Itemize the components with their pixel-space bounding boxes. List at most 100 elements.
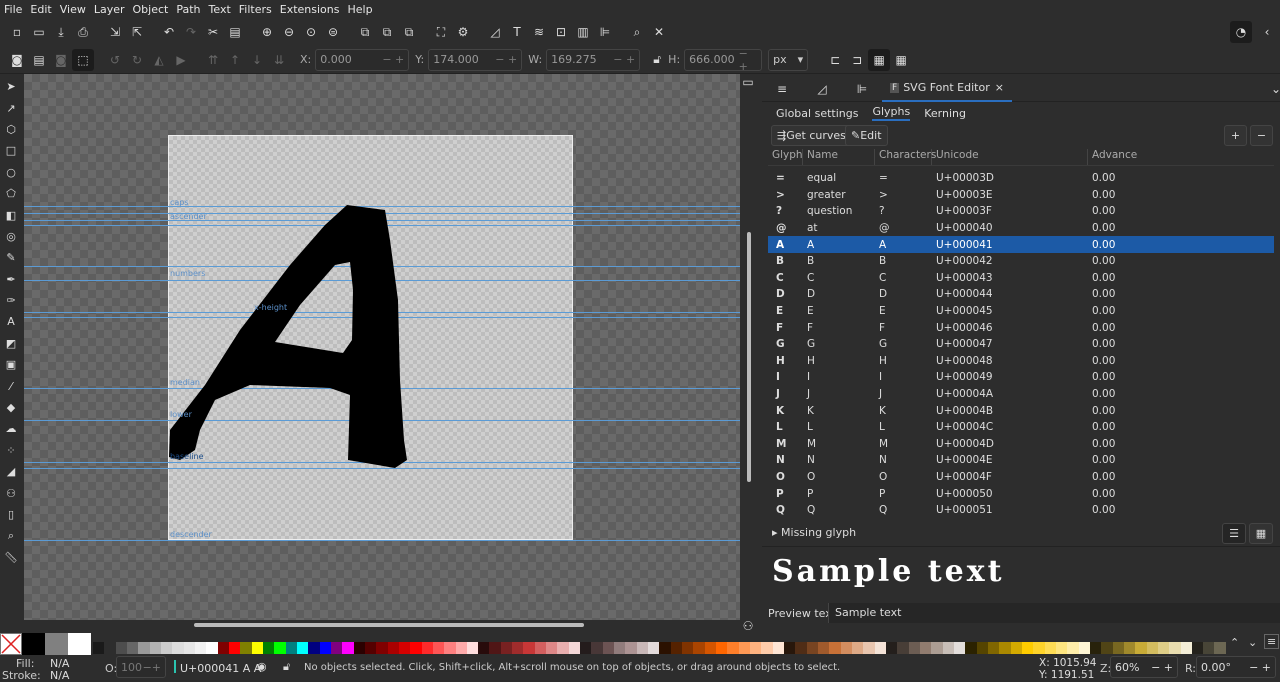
palette-scroll-down-icon[interactable]: ⌄ <box>1248 636 1257 649</box>
import-icon[interactable]: ⇲ <box>104 21 126 43</box>
color-swatch[interactable] <box>557 642 569 654</box>
select-all-icon[interactable]: ◙ <box>6 49 28 71</box>
color-swatch[interactable] <box>591 642 603 654</box>
menu-file[interactable]: File <box>4 3 22 16</box>
color-swatch[interactable] <box>908 642 920 654</box>
x-field[interactable]: 0.000− + <box>315 48 410 71</box>
glyph-row[interactable]: D D D U+000044 0.00 <box>768 286 1274 303</box>
glyph-row[interactable]: G G G U+000047 0.00 <box>768 336 1274 353</box>
color-swatch[interactable] <box>1123 642 1136 654</box>
color-swatch[interactable] <box>240 642 252 654</box>
spiral-tool-icon[interactable]: ◎ <box>0 226 22 247</box>
rotate-cw-icon[interactable]: ↻ <box>126 49 148 71</box>
color-swatch[interactable] <box>410 642 422 654</box>
menu-filters[interactable]: Filters <box>239 3 272 16</box>
color-swatch[interactable] <box>1089 642 1102 654</box>
color-swatch[interactable] <box>829 642 841 654</box>
shape-builder-icon[interactable]: ⬡ <box>0 119 22 140</box>
color-swatch[interactable] <box>727 642 739 654</box>
color-swatch[interactable] <box>1067 642 1079 654</box>
color-swatch[interactable] <box>296 642 309 654</box>
duplicate-icon[interactable]: ⧉ <box>354 21 376 43</box>
color-swatch[interactable] <box>534 642 547 654</box>
new-document-icon[interactable]: ▫ <box>6 21 28 43</box>
page-tool-icon[interactable]: ▯ <box>0 504 22 525</box>
ungroup-icon[interactable]: ⚙ <box>452 21 474 43</box>
color-swatch[interactable] <box>1157 642 1170 654</box>
glyph-row[interactable]: Q Q Q U+000051 0.00 <box>768 502 1274 519</box>
color-swatch[interactable] <box>863 642 875 654</box>
color-swatch[interactable] <box>1078 642 1090 654</box>
rectangle-tool-icon[interactable]: □ <box>0 140 22 161</box>
star-tool-icon[interactable]: ⬠ <box>0 183 22 204</box>
color-swatch[interactable] <box>648 642 660 654</box>
color-swatch[interactable] <box>364 642 377 654</box>
glyph-row[interactable]: = equal = U+00003D 0.00 <box>768 170 1274 187</box>
color-swatch[interactable] <box>885 642 898 654</box>
add-glyph-button[interactable]: + <box>1224 125 1247 146</box>
color-swatch[interactable] <box>398 642 411 654</box>
mesh-tool-icon[interactable]: ▣ <box>0 354 22 375</box>
color-swatch[interactable] <box>931 642 943 654</box>
missing-glyph-expander[interactable]: ▸ Missing glyph <box>772 526 856 539</box>
deselect-icon[interactable]: ◙ <box>50 49 72 71</box>
unit-select[interactable]: px ▾ <box>768 48 809 71</box>
glyph-row[interactable]: B B B U+000042 0.00 <box>768 253 1274 270</box>
color-swatch[interactable] <box>1191 642 1204 654</box>
unlink-clone-icon[interactable]: ⧉ <box>398 21 420 43</box>
panel-menu-chevron-icon[interactable]: ⌄ <box>1256 78 1280 100</box>
palette-scroll-up-icon[interactable]: ⌃ <box>1230 636 1239 649</box>
color-swatch[interactable] <box>999 642 1011 654</box>
no-paint-swatch[interactable] <box>0 633 22 655</box>
color-swatch[interactable] <box>614 642 626 654</box>
color-swatch[interactable] <box>353 642 365 654</box>
menu-layer[interactable]: Layer <box>94 3 125 16</box>
align-tab-icon[interactable]: ⊫ <box>842 78 882 100</box>
color-swatch[interactable] <box>262 642 275 654</box>
col-unicode[interactable]: Unicode <box>932 149 1088 165</box>
zoom-selection-icon[interactable]: ⊕ <box>256 21 278 43</box>
glyph-row[interactable]: I I I U+000049 0.00 <box>768 369 1274 386</box>
paste-icon[interactable]: ▤ <box>224 21 246 43</box>
swatch-gray[interactable] <box>45 633 68 655</box>
col-glyph[interactable]: Glyph <box>768 149 803 165</box>
close-tab-icon[interactable]: × <box>995 81 1004 94</box>
menu-help[interactable]: Help <box>347 3 372 16</box>
fill-stroke-icon[interactable]: ◿ <box>484 21 506 43</box>
color-swatch[interactable] <box>840 642 852 654</box>
layers-icon[interactable]: ≋ <box>528 21 550 43</box>
list-view-button[interactable]: ☰ <box>1222 523 1246 544</box>
open-icon[interactable]: ▭ <box>28 21 50 43</box>
color-swatch[interactable] <box>512 642 524 654</box>
color-swatch[interactable] <box>897 642 909 654</box>
color-swatch[interactable] <box>432 642 445 654</box>
transform-patterns-icon[interactable]: ▦ <box>890 49 912 71</box>
color-swatch[interactable] <box>716 642 728 654</box>
glyph-row[interactable]: > greater > U+00003E 0.00 <box>768 187 1274 204</box>
scale-corners-icon[interactable]: ⊐ <box>846 49 868 71</box>
color-swatch[interactable] <box>183 642 195 654</box>
tab-global-settings[interactable]: Global settings <box>776 107 858 120</box>
color-swatch[interactable] <box>625 642 637 654</box>
color-swatch[interactable] <box>500 642 513 654</box>
color-swatch[interactable] <box>387 642 399 654</box>
lower-icon[interactable]: ↓ <box>246 49 268 71</box>
gradient-tool-icon[interactable]: ◩ <box>0 333 22 354</box>
horizontal-scrollbar[interactable] <box>24 620 740 630</box>
color-swatch[interactable] <box>194 642 207 654</box>
menu-text[interactable]: Text <box>209 3 231 16</box>
color-swatch[interactable] <box>851 642 864 654</box>
glyph-row[interactable]: O O O U+00004F 0.00 <box>768 469 1274 486</box>
color-swatch[interactable] <box>274 642 286 654</box>
preferences-icon[interactable]: ✕ <box>648 21 670 43</box>
color-swatch[interactable] <box>704 642 717 654</box>
color-swatch[interactable] <box>206 642 218 654</box>
color-swatch[interactable] <box>818 642 830 654</box>
color-swatch[interactable] <box>772 642 785 654</box>
ellipse-tool-icon[interactable]: ○ <box>0 162 22 183</box>
palette-menu-icon[interactable]: ≡ <box>1264 634 1280 649</box>
raise-top-icon[interactable]: ⇈ <box>202 49 224 71</box>
canvas[interactable]: caps ascender numbers x-height median lo… <box>24 74 740 620</box>
paint-bucket-icon[interactable]: ◆ <box>0 397 22 418</box>
color-swatch[interactable] <box>342 642 354 654</box>
